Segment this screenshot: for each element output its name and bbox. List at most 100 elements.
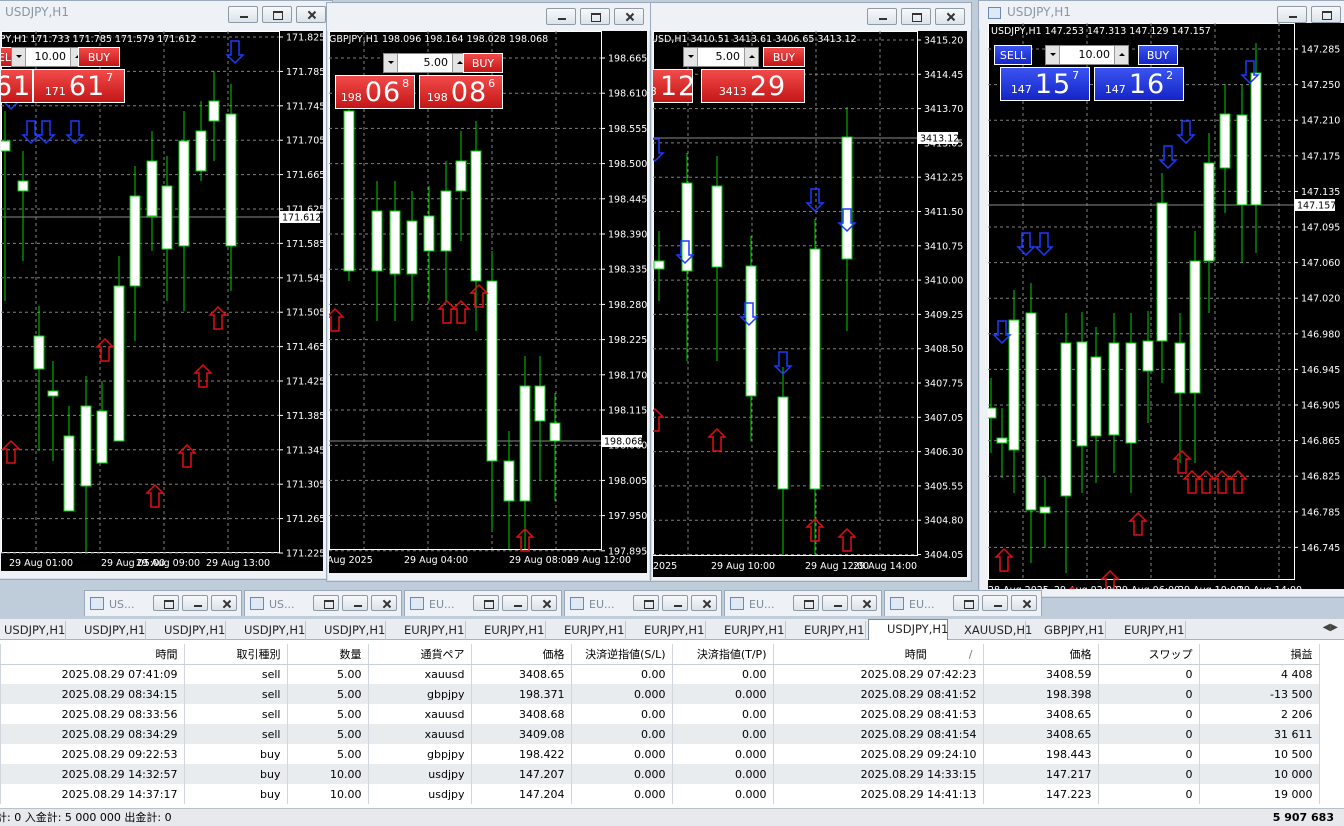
window-titlebar[interactable] <box>651 3 971 31</box>
close-button[interactable] <box>691 595 717 611</box>
buy-button[interactable]: BUY <box>463 53 503 73</box>
close-button[interactable] <box>531 595 557 611</box>
tab-chart[interactable]: EURJPY,H1 <box>546 621 626 640</box>
volume-input[interactable]: 5.00 <box>398 54 452 72</box>
maximize-button[interactable] <box>262 6 292 23</box>
sell-price-button[interactable]: 341312 <box>653 69 695 103</box>
sell-price-button[interactable]: 147 15 7 <box>1000 67 1090 101</box>
chart-window-usdjpy-2[interactable]: USDJPY,H1 147.285 147.250 147.210 147.175 14… <box>978 0 1344 598</box>
minimize-button[interactable] <box>182 595 208 611</box>
volume-decrease-icon[interactable] <box>1046 46 1060 64</box>
minimized-window[interactable]: EU... <box>404 590 562 616</box>
maximize-button[interactable] <box>1311 6 1341 23</box>
minimized-window[interactable]: EU... <box>564 590 722 616</box>
tabs-scroll-arrow-icon[interactable]: ◀▶ <box>1323 622 1338 633</box>
volume-spinner[interactable]: 5.00 <box>383 53 467 73</box>
restore-button[interactable] <box>633 595 659 611</box>
volume-input[interactable]: 10.00 <box>26 48 70 66</box>
table-row[interactable]: 2025.08.29 08:34:29 sell 5.00 xauusd 3409.08… <box>0 724 1320 744</box>
close-button[interactable] <box>614 8 644 25</box>
minimized-window[interactable]: EU... <box>724 590 882 616</box>
restore-button[interactable] <box>313 595 339 611</box>
tab-chart[interactable]: EURJPY,H1 <box>386 621 466 640</box>
tab-chart[interactable]: USDJPY,H1 <box>0 621 66 640</box>
volume-input[interactable]: 5.00 <box>698 48 744 66</box>
column-header[interactable]: 価格 <box>471 644 572 665</box>
tab-chart[interactable]: EURJPY,H1 <box>1106 621 1186 640</box>
buy-price-button[interactable]: 171 61 7 <box>33 69 125 103</box>
table-row[interactable]: 2025.08.29 14:32:57 buy 10.00 usdjpy 147.207… <box>0 764 1320 784</box>
table-row[interactable]: 2025.08.29 09:22:53 buy 5.00 gbpjpy 198.422 0… <box>0 744 1320 764</box>
close-button[interactable] <box>851 595 877 611</box>
maximize-button[interactable] <box>580 8 610 25</box>
buy-price-button[interactable]: 3413 29 <box>701 69 805 103</box>
minimized-window[interactable]: US... <box>84 590 242 616</box>
close-button[interactable] <box>1011 595 1037 611</box>
minimize-button[interactable] <box>867 8 897 25</box>
restore-button[interactable] <box>473 595 499 611</box>
volume-spinner[interactable]: 10.00 <box>11 47 85 67</box>
minimize-button[interactable] <box>502 595 528 611</box>
restore-button[interactable] <box>793 595 819 611</box>
close-button[interactable] <box>296 6 326 23</box>
chart-window-gbpjpy[interactable]: 198.665 198.610 198.555 198.500 198.445 198.3… <box>326 2 651 582</box>
tab-chart[interactable]: EURJPY,H1 <box>626 621 706 640</box>
close-button[interactable] <box>371 595 397 611</box>
column-header[interactable]: 数量 <box>287 644 369 665</box>
table-row[interactable]: 2025.08.29 08:34:15 sell 5.00 gbpjpy 198.371… <box>0 684 1320 704</box>
sell-button[interactable]: SELL <box>994 45 1032 65</box>
tab-chart[interactable]: EURJPY,H1 <box>786 621 866 640</box>
volume-spinner[interactable]: 10.00 <box>1045 45 1129 65</box>
buy-button[interactable]: BUY <box>1138 45 1178 65</box>
column-header[interactable]: 損益 <box>1199 644 1320 665</box>
minimize-button[interactable] <box>228 6 258 23</box>
column-header[interactable]: スワップ <box>1098 644 1200 665</box>
buy-button[interactable]: BUY <box>763 47 805 67</box>
minimize-button[interactable] <box>1277 6 1307 23</box>
column-header[interactable]: 価格 <box>983 644 1099 665</box>
price-chart[interactable]: 3415.203414.453413.703413.053412.253411.… <box>653 31 967 577</box>
volume-decrease-icon[interactable] <box>12 48 26 66</box>
buy-price-button[interactable]: 198 08 6 <box>419 75 503 109</box>
minimize-button[interactable] <box>982 595 1008 611</box>
volume-input[interactable]: 10.00 <box>1060 46 1114 64</box>
tab-chart[interactable]: USDJPY,H1 <box>306 621 386 640</box>
price-chart[interactable]: 171.825 171.785 171.745 171.705 171.665 171.6… <box>1 31 323 571</box>
column-header[interactable]: 決済指値(T/P) <box>672 644 774 665</box>
tab-chart[interactable]: USDJPY,H1 <box>66 621 146 640</box>
column-header[interactable]: 取引種別 <box>184 644 288 665</box>
volume-decrease-icon[interactable] <box>684 48 698 66</box>
tab-chart[interactable]: GBPJPY,H1 <box>1026 621 1106 640</box>
sort-indicator-icon[interactable]: / <box>969 648 973 661</box>
minimized-window[interactable]: US... <box>244 590 402 616</box>
volume-increase-icon[interactable] <box>1114 46 1128 64</box>
minimize-button[interactable] <box>822 595 848 611</box>
sell-price-button[interactable]: 198 06 8 <box>335 75 415 109</box>
close-button[interactable] <box>211 595 237 611</box>
tab-chart[interactable]: USDJPY,H1 <box>868 619 948 641</box>
volume-increase-icon[interactable] <box>744 48 758 66</box>
close-button[interactable] <box>935 8 965 25</box>
column-header[interactable]: 時間 / <box>773 644 984 665</box>
volume-decrease-icon[interactable] <box>384 54 398 72</box>
table-row[interactable]: 2025.08.29 07:41:09 sell 5.00 xauusd 3408.65… <box>0 664 1320 684</box>
column-header[interactable]: 時間 <box>0 644 185 665</box>
price-chart[interactable]: 147.285 147.250 147.210 147.175 147.135 147.0… <box>988 23 1344 589</box>
minimized-window[interactable]: EU... <box>884 590 1042 616</box>
tab-chart[interactable]: XAUUSD,H1 <box>946 621 1032 640</box>
volume-spinner[interactable]: 5.00 <box>683 47 759 67</box>
chart-window-usdjpy-1[interactable]: USDJPY,H1 171.825 171.785 171.745 171.705 17… <box>0 0 333 580</box>
sell-price-button[interactable]: 171612 <box>1 69 39 103</box>
buy-price-button[interactable]: 147 16 2 <box>1094 67 1184 101</box>
table-row[interactable]: 2025.08.29 14:37:17 buy 10.00 usdjpy 147.204… <box>0 784 1320 804</box>
table-row[interactable]: 2025.08.29 08:33:56 sell 5.00 xauusd 3408.68… <box>0 704 1320 724</box>
tab-chart[interactable]: USDJPY,H1 <box>146 621 226 640</box>
chart-window-xauusd[interactable]: 3415.203414.453413.703413.053412.253411.… <box>650 2 972 582</box>
minimize-button[interactable] <box>546 8 576 25</box>
tab-chart[interactable]: EURJPY,H1 <box>466 621 546 640</box>
column-header[interactable]: 通貨ペア <box>368 644 472 665</box>
price-chart[interactable]: 198.665 198.610 198.555 198.500 198.445 198.3… <box>329 31 647 573</box>
window-titlebar[interactable] <box>327 3 650 31</box>
window-titlebar[interactable]: USDJPY,H1 <box>0 1 332 29</box>
tab-chart[interactable]: USDJPY,H1 <box>226 621 306 640</box>
